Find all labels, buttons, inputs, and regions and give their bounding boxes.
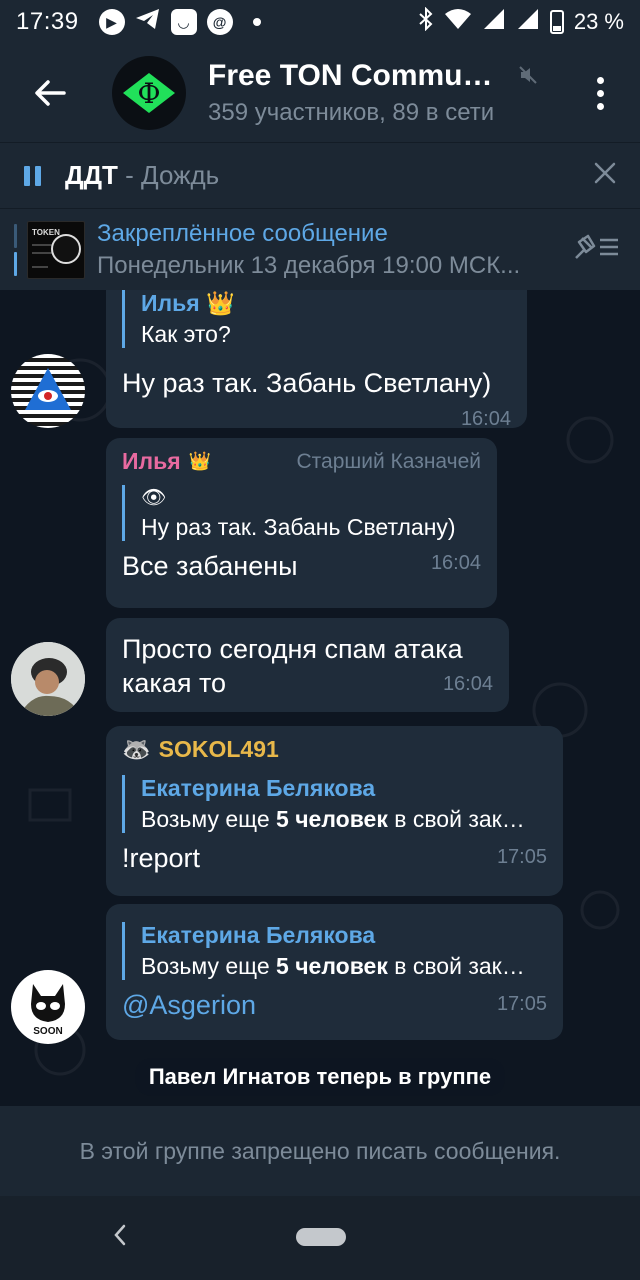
- dot: [596, 89, 604, 97]
- reply-text: Возьму еще 5 человек в свой зак…: [141, 806, 525, 832]
- dot: [596, 102, 604, 110]
- reply-emoji: 👁: [141, 487, 167, 509]
- more-menu-button[interactable]: [590, 76, 610, 110]
- message-time: 17:05: [496, 993, 547, 1015]
- reply-preview[interactable]: Екатерина Белякова Возьму еще 5 человек …: [122, 922, 547, 980]
- svg-text:SOON: SOON: [33, 1026, 62, 1037]
- track-info[interactable]: ДДТ - Дождь: [65, 160, 219, 191]
- status-bar: 17:39 ▶ ◡ @ 23 %: [0, 0, 640, 44]
- pinned-text: Закреплённое сообщение Понедельник 13 де…: [97, 220, 547, 280]
- pinned-preview: Понедельник 13 декабря 19:00 МСК...: [97, 251, 521, 279]
- sender-name[interactable]: 🦝 SOKOL491: [122, 736, 547, 763]
- message-bubble[interactable]: Илья 👑 Как это? Ну раз так. Забань Светл…: [106, 290, 527, 430]
- pinned-thumbnail: TOKEN: [27, 220, 85, 279]
- raccoon-logo: SOON: [31, 984, 65, 1037]
- arrow-left-icon: [35, 80, 66, 106]
- at-icon: @: [206, 9, 233, 35]
- status-time: 17:39: [16, 8, 79, 35]
- muted-icon: [518, 59, 538, 93]
- inbox-icon: ◡: [170, 9, 197, 35]
- chat-title: Free TON Communit…: [208, 59, 538, 93]
- reply-text: Как это?: [141, 321, 231, 347]
- close-icon: [594, 162, 616, 184]
- message-bubble[interactable]: Екатерина Белякова Возьму еще 5 человек …: [106, 904, 563, 1040]
- message-text-line: какая то: [122, 668, 227, 698]
- raccoon-icon: 🦝: [122, 736, 151, 762]
- pin-list-icon: [575, 234, 618, 259]
- message-time: 17:05: [496, 846, 547, 868]
- reply-text: Возьму еще 5 человек в свой зак…: [141, 953, 525, 979]
- close-player-button[interactable]: [594, 162, 616, 189]
- message-bubble[interactable]: Просто сегодня спам атака какая то 16:04: [106, 618, 509, 712]
- message-time: 16:04: [442, 673, 493, 695]
- group-avatar[interactable]: Ф: [112, 56, 186, 130]
- nav-back-button[interactable]: [112, 1224, 128, 1251]
- chat-header: Ф Free TON Communit… 359 участников, 89 …: [0, 44, 640, 142]
- reply-preview[interactable]: 👁 Ну раз так. Забань Светлану): [122, 485, 481, 541]
- track-artist: ДДТ: [65, 160, 118, 190]
- reply-author: Илья 👑: [141, 290, 235, 316]
- ton-logo-icon: Ф: [123, 73, 175, 113]
- avatar[interactable]: [11, 642, 85, 716]
- music-player-bar[interactable]: ДДТ - Дождь: [0, 142, 640, 208]
- bluetooth-icon: [418, 6, 434, 37]
- crown-icon: 👑: [188, 451, 212, 471]
- reply-preview[interactable]: Илья 👑 Как это?: [122, 290, 511, 348]
- battery-icon: [549, 10, 564, 34]
- wifi-icon: [444, 8, 472, 36]
- chevron-left-icon: [114, 1224, 126, 1246]
- admin-title: Старший Казначей: [296, 449, 481, 473]
- restricted-notice: В этой группе запрещено писать сообщения…: [79, 1137, 561, 1164]
- dot-icon: [252, 18, 261, 26]
- avatar[interactable]: [11, 354, 85, 428]
- telegram-icon: [135, 7, 161, 38]
- crown-icon: 👑: [206, 290, 235, 316]
- pinned-message-bar[interactable]: TOKEN Закреплённое сообщение Понедельник…: [0, 208, 640, 290]
- system-nav-bar: [0, 1196, 640, 1280]
- reply-author: Екатерина Белякова: [141, 775, 376, 801]
- person-photo: [11, 642, 85, 716]
- pinned-title: Закреплённое сообщение: [97, 219, 388, 247]
- battery-percent: 23 %: [573, 9, 624, 34]
- message-text: Ну раз так. Забань Светлану): [122, 368, 492, 398]
- message-text: !report: [122, 843, 201, 873]
- message-bubble[interactable]: Илья 👑 Старший Казначей 👁 Ну раз так. Заб…: [106, 438, 497, 608]
- play-icon: ▶: [98, 9, 125, 35]
- eye-triangle-icon: [25, 368, 71, 410]
- message-time: 16:04: [430, 552, 481, 574]
- chat-title-block[interactable]: Free TON Communit… 359 участников, 89 в …: [208, 59, 538, 127]
- reply-text: Ну раз так. Забань Светлану): [141, 514, 456, 540]
- back-button[interactable]: [20, 63, 80, 123]
- avatar[interactable]: SOON: [11, 970, 85, 1044]
- message-text: Все забанены: [122, 551, 298, 581]
- chat-subtitle: 359 участников, 89 в сети: [208, 99, 495, 126]
- pause-icon[interactable]: [24, 165, 41, 186]
- message-text-line: Просто сегодня спам атака: [122, 634, 463, 664]
- service-message: Павел Игнатов теперь в группе: [0, 1058, 640, 1096]
- message-time: 16:04: [460, 408, 511, 430]
- mention-link[interactable]: @Asgerion: [122, 988, 256, 1022]
- nav-home-pill[interactable]: [296, 1228, 346, 1246]
- reply-preview[interactable]: Екатерина Белякова Возьму еще 5 человек …: [122, 775, 547, 833]
- message-bubble[interactable]: 🦝 SOKOL491 Екатерина Белякова Возьму еще …: [106, 726, 563, 896]
- svg-text:Ф: Ф: [137, 77, 160, 110]
- sender-name[interactable]: Илья 👑 Старший Казначей: [122, 448, 481, 475]
- reply-author: Екатерина Белякова: [141, 922, 376, 948]
- signal-icon-2: [516, 8, 540, 36]
- signal-icon: [482, 8, 506, 36]
- track-title: Дождь: [141, 160, 220, 190]
- dot: [596, 76, 604, 84]
- pinned-list-button[interactable]: [572, 232, 620, 267]
- message-list[interactable]: Илья 👑 Как это? Ну раз так. Забань Светл…: [0, 290, 640, 1106]
- write-restricted-bar: В этой группе запрещено писать сообщения…: [0, 1106, 640, 1196]
- pin-indicator: [14, 223, 17, 276]
